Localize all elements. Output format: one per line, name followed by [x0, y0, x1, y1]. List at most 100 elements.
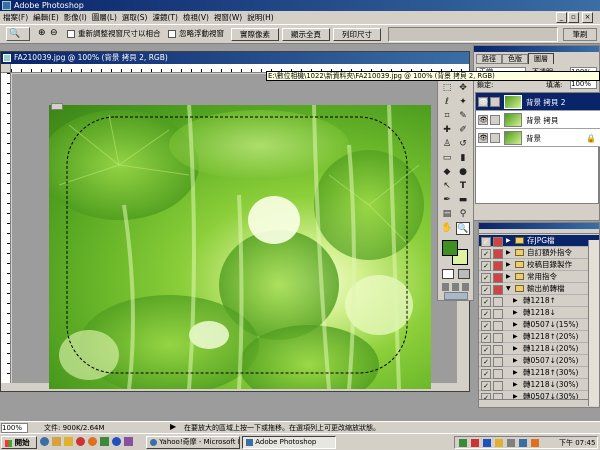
link-icon[interactable]	[490, 97, 500, 107]
action-toggle-checkbox[interactable]: ✓	[481, 369, 491, 379]
blur-tool-icon[interactable]: ◆	[440, 166, 454, 179]
magic-wand-tool-icon[interactable]: ✦	[456, 96, 470, 109]
tray-icon[interactable]	[519, 439, 527, 447]
move-tool-icon[interactable]: ✥	[456, 82, 470, 95]
quick-mask-off-icon[interactable]	[442, 269, 454, 279]
layer-row[interactable]: 👁 背景 🔒	[476, 129, 600, 147]
expanded-triangle-icon[interactable]: ▼	[506, 283, 511, 294]
app-icon[interactable]	[76, 437, 85, 446]
action-set-item[interactable]: ✓ ▶ 校稿目錄製作	[479, 259, 599, 271]
action-toggle-checkbox[interactable]: ✓	[481, 237, 491, 247]
restore-button[interactable]: ▫	[568, 12, 579, 23]
pen-tool-icon[interactable]: ✒	[440, 194, 454, 207]
action-item[interactable]: ✓ ▶ 轉1218↓(30%)	[479, 379, 599, 391]
menu-edit[interactable]: 編輯(E)	[33, 13, 59, 22]
dialog-toggle-checkbox[interactable]	[493, 237, 503, 247]
menu-file[interactable]: 檔案(F)	[3, 13, 28, 22]
dialog-toggle-checkbox[interactable]	[493, 345, 503, 355]
collapsed-triangle-icon[interactable]: ▶	[513, 319, 518, 330]
tray-icon[interactable]	[483, 439, 491, 447]
menu-select[interactable]: 選取(S)	[122, 13, 148, 22]
layers-palette-titlebar[interactable]	[474, 46, 599, 52]
eyedropper-tool-icon[interactable]: ⚲	[456, 208, 470, 221]
menu-filter[interactable]: 濾鏡(T)	[153, 13, 178, 22]
action-set-item[interactable]: ✓ ▼ 輸出前轉檔	[479, 283, 599, 295]
photo-canvas[interactable]	[49, 105, 431, 389]
collapsed-triangle-icon[interactable]: ▶	[513, 331, 518, 342]
menu-help[interactable]: 說明(H)	[247, 13, 274, 22]
collapsed-triangle-icon[interactable]: ▶	[513, 355, 518, 366]
ignore-palettes-checkbox[interactable]	[168, 30, 176, 38]
dialog-toggle-checkbox[interactable]	[493, 249, 503, 259]
ruler-origin[interactable]	[1, 64, 11, 73]
crop-tool-icon[interactable]: ⌗	[440, 110, 454, 123]
collapsed-triangle-icon[interactable]: ▶	[513, 343, 518, 354]
action-toggle-checkbox[interactable]: ✓	[481, 297, 491, 307]
shape-tool-icon[interactable]: ▬	[456, 194, 470, 207]
quick-mask-on-icon[interactable]	[458, 269, 470, 279]
document-title-bar[interactable]: FA210039.jpg @ 100% (背景 拷貝 2, RGB)	[1, 52, 469, 64]
menu-window[interactable]: 視窗(W)	[214, 13, 242, 22]
dodge-tool-icon[interactable]: ●	[456, 166, 470, 179]
actions-scrollbar[interactable]	[588, 240, 599, 406]
ie-icon[interactable]	[40, 437, 49, 446]
zoom-tool-preset-picker[interactable]: 🔍	[6, 27, 30, 41]
outlook-icon[interactable]	[64, 437, 73, 446]
clone-stamp-tool-icon[interactable]: ♙	[440, 138, 454, 151]
action-toggle-checkbox[interactable]: ✓	[481, 261, 491, 271]
palette-tab-channels[interactable]: 色版	[502, 54, 528, 64]
action-item[interactable]: ✓ ▶ 轉0507↓(30%)	[479, 391, 599, 399]
collapsed-triangle-icon[interactable]: ▶	[513, 379, 518, 390]
collapsed-triangle-icon[interactable]: ▶	[513, 295, 518, 306]
healing-tool-icon[interactable]: ✚	[440, 124, 454, 137]
minimize-button[interactable]: _	[556, 12, 567, 23]
action-toggle-checkbox[interactable]: ✓	[481, 321, 491, 331]
dialog-toggle-checkbox[interactable]	[493, 309, 503, 319]
action-item[interactable]: ✓ ▶ 轉1218↑(30%)	[479, 367, 599, 379]
tray-icon[interactable]	[495, 439, 503, 447]
action-item[interactable]: ✓ ▶ 轉1218↑	[479, 295, 599, 307]
screen-mode-icons[interactable]	[442, 283, 470, 291]
jump-to-imageready-icon[interactable]	[444, 292, 468, 300]
fit-screen-button[interactable]: 顯示全頁	[282, 28, 330, 41]
clock[interactable]: 下午 07:45	[559, 438, 595, 448]
layer-row[interactable]: 👁 背景 拷貝 2	[476, 93, 600, 111]
zoom-in-icon[interactable]: ⊕	[38, 28, 46, 38]
palette-tab-paths[interactable]: 路徑	[476, 54, 502, 64]
tray-icon[interactable]	[459, 439, 467, 447]
action-set-item[interactable]: ✓ ▶ 存JPG檔	[479, 235, 599, 247]
eye-icon[interactable]: 👁	[478, 115, 488, 125]
eye-icon[interactable]: 👁	[478, 133, 488, 143]
menu-image[interactable]: 影像(I)	[64, 13, 87, 22]
link-icon[interactable]	[490, 115, 500, 125]
menu-view[interactable]: 檢視(V)	[183, 13, 209, 22]
action-item[interactable]: ✓ ▶ 轉1218↓	[479, 307, 599, 319]
collapsed-triangle-icon[interactable]: ▶	[506, 247, 511, 258]
palette-well-brushes-tab[interactable]: 筆刷	[563, 28, 597, 41]
layer-row[interactable]: 👁 背景 拷貝	[476, 111, 600, 129]
dialog-toggle-checkbox[interactable]	[493, 321, 503, 331]
dialog-toggle-checkbox[interactable]	[493, 369, 503, 379]
taskbar-item-photoshop[interactable]: Adobe Photoshop	[242, 436, 336, 449]
gradient-tool-icon[interactable]: ▮	[456, 152, 470, 165]
taskbar-item-yahoo[interactable]: Yahoo!奇摩 - Microsoft I...	[146, 436, 240, 449]
collapsed-triangle-icon[interactable]: ▶	[513, 391, 518, 399]
tray-icon[interactable]	[531, 439, 539, 447]
dialog-toggle-checkbox[interactable]	[493, 333, 503, 343]
app-icon[interactable]	[112, 437, 121, 446]
path-selection-tool-icon[interactable]: ↖	[440, 180, 454, 193]
resize-windows-checkbox[interactable]	[67, 30, 75, 38]
start-button[interactable]: 開始	[1, 436, 37, 449]
print-size-button[interactable]: 列印尺寸	[333, 28, 381, 41]
action-toggle-checkbox[interactable]: ✓	[481, 249, 491, 259]
action-item[interactable]: ✓ ▶ 轉1218↑(20%)	[479, 331, 599, 343]
action-item[interactable]: ✓ ▶ 轉0507↓(20%)	[479, 355, 599, 367]
dialog-toggle-checkbox[interactable]	[493, 261, 503, 271]
close-button[interactable]: ×	[582, 12, 593, 23]
dialog-toggle-checkbox[interactable]	[493, 297, 503, 307]
zoom-out-icon[interactable]: ⊖	[50, 28, 58, 38]
action-toggle-checkbox[interactable]: ✓	[481, 333, 491, 343]
action-item[interactable]: ✓ ▶ 轉0507↓(15%)	[479, 319, 599, 331]
action-toggle-checkbox[interactable]: ✓	[481, 357, 491, 367]
app-icon[interactable]	[100, 437, 109, 446]
